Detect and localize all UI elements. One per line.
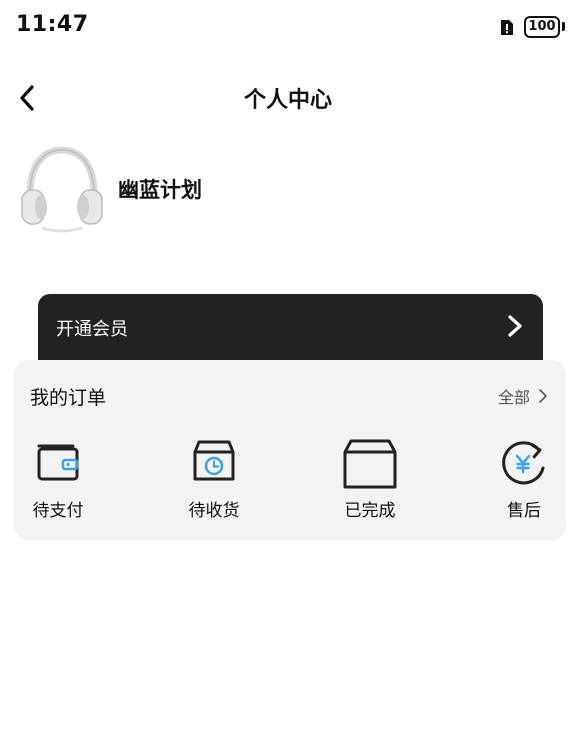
battery-icon: 100	[524, 16, 560, 38]
sim-card-icon	[501, 20, 513, 35]
avatar[interactable]	[20, 142, 104, 234]
page-title: 个人中心	[243, 88, 332, 113]
order-label-pending-delivery: 待收货	[188, 501, 240, 521]
wallet-icon	[37, 444, 79, 481]
battery-level: 100	[528, 19, 556, 34]
order-label-after-sales: 售后	[507, 501, 541, 521]
order-completed[interactable]: 已完成	[334, 438, 406, 522]
box-icon	[343, 439, 397, 489]
order-label-completed: 已完成	[344, 501, 396, 521]
status-time: 11:47	[16, 12, 89, 37]
yen-refresh-icon	[502, 441, 545, 485]
order-pending-payment[interactable]: 待支付	[22, 438, 94, 522]
my-orders-card: 我的订单 全部 待支付 待收货 已完成 售后	[14, 360, 566, 540]
order-after-sales[interactable]: 售后	[488, 438, 560, 522]
chevron-right-icon	[508, 315, 522, 337]
view-all-label: 全部	[497, 388, 530, 407]
order-pending-delivery[interactable]: 待收货	[178, 438, 250, 522]
status-bar: 11:47 100	[0, 0, 576, 54]
view-all-orders-link[interactable]: 全部	[498, 384, 548, 408]
orders-title: 我的订单	[30, 387, 107, 409]
profile-section[interactable]: 幽蓝计划	[20, 142, 540, 237]
order-label-pending-payment: 待支付	[32, 501, 84, 521]
username: 幽蓝计划	[118, 178, 202, 202]
chevron-right-icon	[539, 389, 547, 403]
vip-banner-label: 开通会员	[56, 319, 128, 340]
battery-tip	[562, 22, 565, 31]
nav-bar: 个人中心	[0, 70, 576, 126]
package-clock-icon	[193, 440, 235, 481]
